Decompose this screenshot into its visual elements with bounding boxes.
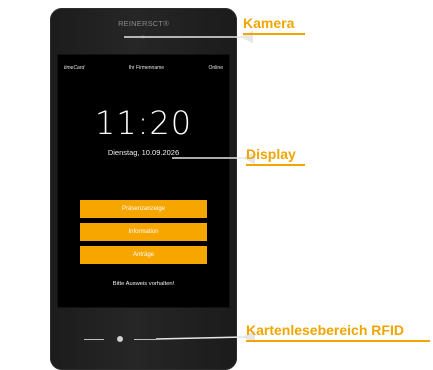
product-illustration: REINERSCT® timeCard Ihr Firmenname Onlin… [0, 0, 433, 370]
camera-label: Kamera [243, 15, 305, 35]
rfid-arrow [155, 330, 256, 344]
display-label: Display [246, 146, 305, 166]
callout-arrows [124, 30, 256, 344]
rfid-label: Kartenlesebereich RFID [246, 322, 430, 342]
